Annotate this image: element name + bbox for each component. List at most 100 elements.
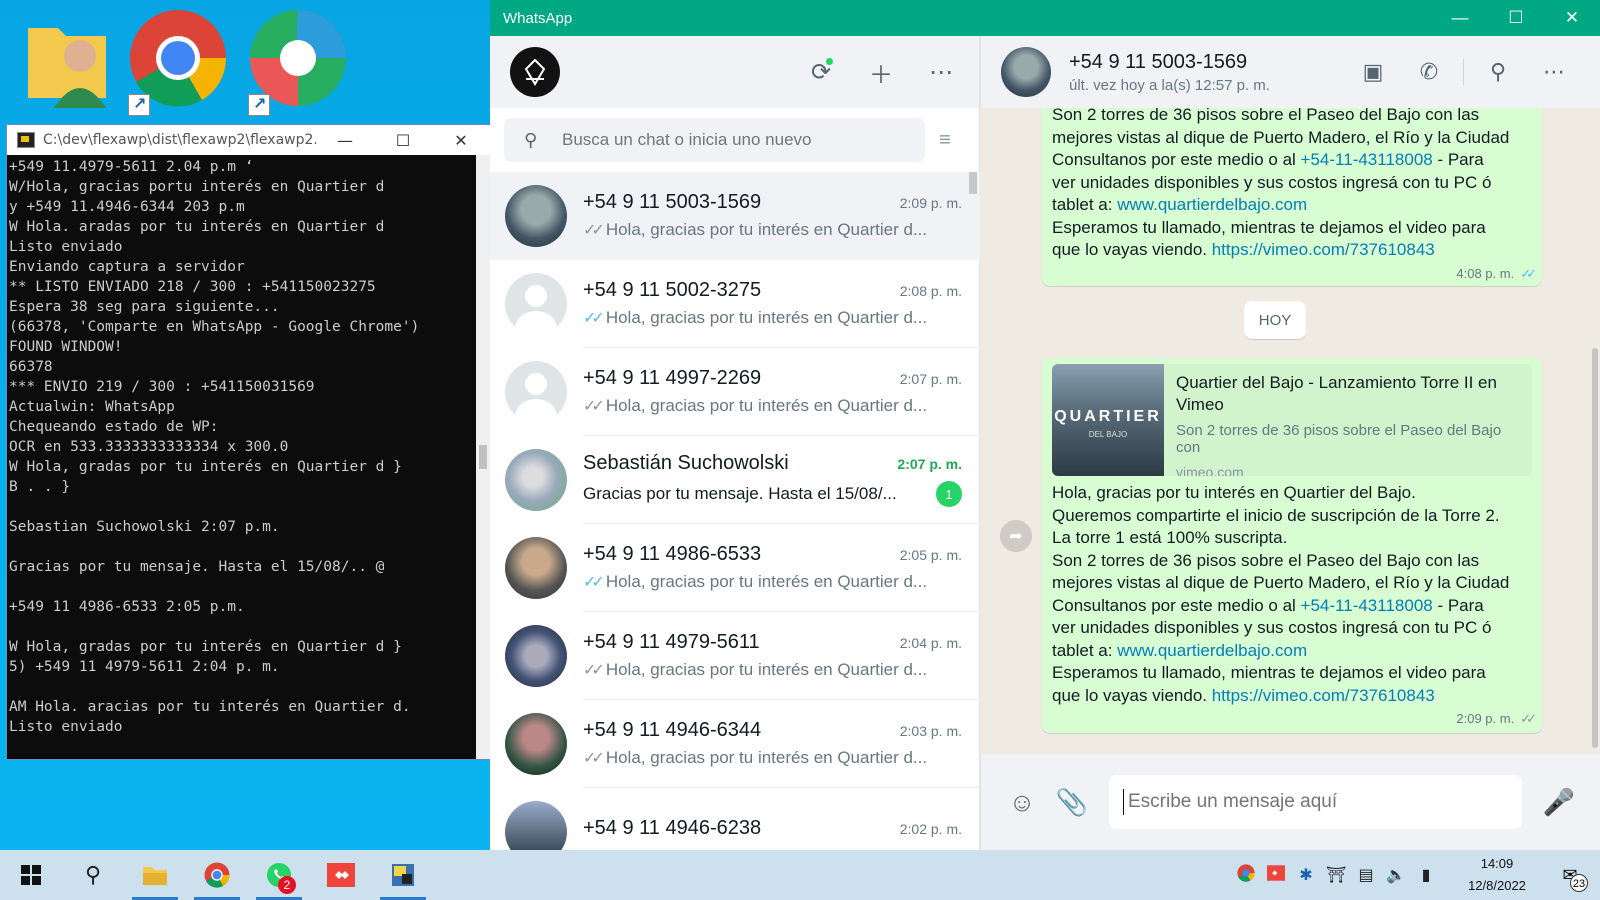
forward-icon[interactable]: ➦	[1000, 520, 1032, 552]
chat-avatar[interactable]	[505, 185, 567, 247]
console-line: 5) +549 11 4979-5611 2:04 p. m.	[9, 659, 280, 675]
chat-last-message: Gracias por tu mensaje. Hasta el 15/08/.…	[583, 484, 897, 503]
menu-dots-icon[interactable]: ⋯	[1526, 59, 1582, 85]
day-separator: HOY	[1244, 301, 1306, 339]
chrome-tray-icon[interactable]	[1236, 863, 1256, 887]
chrome-taskbar-icon[interactable]	[186, 850, 248, 900]
console-line: AM Hola. aracias por tu interés en Quart…	[9, 699, 411, 715]
phone-link[interactable]: +54-11-43118008	[1301, 150, 1433, 169]
menu-dots-icon[interactable]: ⋯	[923, 54, 959, 90]
search-box[interactable]: ⚲	[504, 118, 925, 162]
minimize-icon[interactable]: —	[1432, 8, 1488, 28]
console-line: Listo enviado	[9, 719, 123, 735]
message-input-box[interactable]	[1109, 775, 1522, 829]
filter-icon[interactable]: ≡	[925, 129, 965, 152]
chrome-shortcut-icon[interactable]	[128, 8, 238, 118]
chat-avatar[interactable]	[505, 713, 567, 775]
message-area[interactable]: Son 2 torres de 36 pisos sobre el Paseo …	[980, 108, 1600, 754]
chat-list-item[interactable]: Sebastián Suchowolski 2:07 p. m. Gracias p…	[490, 436, 980, 524]
conversation-header[interactable]: +54 9 11 5003-1569 últ. vez hoy a la(s) …	[980, 36, 1600, 108]
bluetooth-icon[interactable]: ✱	[1296, 865, 1316, 885]
emoji-icon[interactable]: ☺	[997, 787, 1047, 818]
notification-center-icon[interactable]: ✉ 23	[1550, 865, 1590, 892]
user-folder-icon[interactable]	[18, 8, 128, 118]
console-line: y +549 11.4946-6344 203 p.m	[9, 199, 245, 215]
message-text: - Para	[1432, 150, 1484, 169]
message-bubble-outgoing[interactable]: QUARTIER DEL BAJO Quartier del Bajo - La…	[1042, 358, 1542, 733]
website-link[interactable]: www.quartierdelbajo.com	[1117, 641, 1307, 660]
chat-avatar[interactable]	[505, 361, 567, 423]
console-line: Chequeando estado de WP:	[9, 419, 219, 435]
chat-avatar[interactable]	[505, 449, 567, 511]
file-explorer-icon[interactable]	[124, 850, 186, 900]
chat-list-item[interactable]: +54 9 11 4986-6533 2:05 p. m. ✓✓ Hola, grac…	[490, 524, 980, 612]
status-icon[interactable]: ⟳	[803, 54, 839, 90]
video-link[interactable]: https://vimeo.com/737610843	[1212, 240, 1435, 259]
microphone-icon[interactable]: 🎤	[1534, 787, 1584, 818]
chat-time: 2:04 p. m.	[899, 635, 962, 651]
chat-list-panel: ⟳ ＋ ⋯ ⚲ ≡ +54 9 11 5003-1569 2:09 p. m. ✓✓…	[490, 36, 980, 850]
new-chat-icon[interactable]: ＋	[863, 54, 899, 90]
volume-muted-icon[interactable]: 🔈	[1386, 865, 1406, 885]
video-call-icon[interactable]: ▣	[1345, 59, 1401, 85]
console-line: Sebastian Suchowolski 2:07 p.m.	[9, 519, 280, 535]
start-button[interactable]	[0, 850, 62, 900]
chat-list-item[interactable]: +54 9 11 4997-2269 2:07 p. m. ✓✓ Hola, grac…	[490, 348, 980, 436]
search-input[interactable]	[562, 130, 892, 150]
chat-avatar[interactable]	[505, 537, 567, 599]
maximize-icon[interactable]: ☐	[1488, 8, 1544, 28]
chat-list-item[interactable]: +54 9 11 4979-5611 2:04 p. m. ✓✓ Hola, grac…	[490, 612, 980, 700]
phone-link[interactable]: +54-11-43118008	[1301, 596, 1433, 615]
website-link[interactable]: www.quartierdelbajo.com	[1117, 195, 1307, 214]
message-scrollbar[interactable]	[1592, 348, 1598, 748]
chat-list-scrollbar[interactable]	[969, 172, 977, 194]
search-icon[interactable]: ⚲	[62, 850, 124, 900]
double-check-icon: ✓✓	[1520, 265, 1537, 281]
console-title-bar[interactable]: C:\dev\flexawp\dist\flexawp2\flexawp2...…	[7, 125, 490, 155]
maximize-icon[interactable]: ☐	[374, 131, 432, 150]
battery-icon[interactable]: ▮	[1416, 865, 1436, 885]
console-window[interactable]: C:\dev\flexawp\dist\flexawp2\flexawp2...…	[6, 124, 491, 760]
python-taskbar-icon[interactable]	[372, 850, 434, 900]
chat-avatar[interactable]	[505, 801, 567, 850]
voice-call-icon[interactable]: ✆	[1401, 59, 1457, 85]
contact-avatar[interactable]	[1001, 47, 1051, 97]
clock[interactable]: 14:09 12/8/2022	[1454, 853, 1540, 897]
whatsapp-title-bar[interactable]: WhatsApp — ☐ ✕	[490, 0, 1600, 36]
video-link[interactable]: https://vimeo.com/737610843	[1212, 686, 1435, 705]
anydesk-taskbar-icon[interactable]	[310, 850, 372, 900]
network-icon[interactable]: ▤	[1356, 865, 1376, 885]
anydesk-tray-icon[interactable]	[1266, 864, 1286, 886]
shortcut-arrow-icon	[248, 94, 270, 116]
chat-list-item[interactable]: +54 9 11 4946-6344 2:03 p. m. ✓✓ Hola, grac…	[490, 700, 980, 788]
console-scrollbar[interactable]	[476, 155, 490, 759]
chat-list-item[interactable]: +54 9 11 5002-3275 2:08 p. m. ✓✓ Hola, grac…	[490, 260, 980, 348]
edge-shortcut-icon[interactable]	[248, 8, 358, 118]
message-input[interactable]	[1127, 791, 1522, 813]
message-text: Esperamos tu llamado, mientras te dejamo…	[1052, 663, 1486, 682]
close-icon[interactable]: ✕	[1544, 8, 1600, 28]
link-preview[interactable]: QUARTIER DEL BAJO Quartier del Bajo - La…	[1052, 364, 1532, 476]
minimize-icon[interactable]: —	[316, 131, 374, 150]
chat-time: 2:08 p. m.	[899, 283, 962, 299]
chat-list-item[interactable]: +54 9 11 5003-1569 2:09 p. m. ✓✓ Hola, grac…	[490, 172, 980, 260]
console-line: Enviando captura a servidor	[9, 259, 245, 275]
console-line: W/Hola, gracias portu interés en Quartie…	[9, 179, 385, 195]
chat-list[interactable]: +54 9 11 5003-1569 2:09 p. m. ✓✓ Hola, grac…	[490, 172, 980, 850]
double-check-icon: ✓✓	[583, 662, 605, 679]
close-icon[interactable]: ✕	[432, 131, 490, 150]
search-icon[interactable]: ⚲	[1470, 59, 1526, 85]
attach-icon[interactable]: 📎	[1047, 787, 1097, 818]
chat-avatar[interactable]	[505, 273, 567, 335]
chat-avatar[interactable]	[505, 625, 567, 687]
message-text: Consultanos por este medio o al	[1052, 150, 1301, 169]
security-shield-icon[interactable]: ⛩	[1326, 865, 1346, 885]
message-text: - Para	[1432, 595, 1484, 615]
my-avatar[interactable]	[510, 47, 560, 97]
whatsapp-taskbar-icon[interactable]: 2	[248, 850, 310, 900]
chat-list-item[interactable]: +54 9 11 4946-6238 2:02 p. m.	[490, 788, 980, 850]
console-line: 66378	[9, 359, 53, 375]
preview-description: Son 2 torres de 36 pisos sobre el Paseo …	[1176, 422, 1502, 456]
message-bubble-outgoing[interactable]: Son 2 torres de 36 pisos sobre el Paseo …	[1042, 108, 1542, 286]
video-thumbnail[interactable]: QUARTIER DEL BAJO	[1052, 364, 1164, 476]
